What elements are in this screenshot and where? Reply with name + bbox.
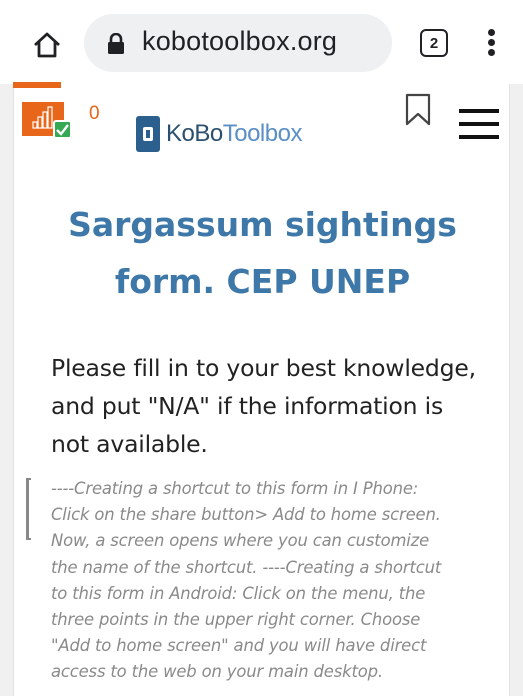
queue-count: 0 <box>89 103 100 124</box>
lock-icon <box>108 33 124 54</box>
hamburger-line <box>459 122 499 126</box>
menu-dot <box>488 49 495 56</box>
hint-line: access to the web on your main desktop. <box>51 662 383 682</box>
logo-text-kobo: KoBo <box>166 120 223 147</box>
bookmark-icon[interactable] <box>404 93 432 127</box>
menu-dot <box>488 39 495 46</box>
hint-line: ----Creating a shortcut to this form in … <box>51 479 419 498</box>
intro-line: not available. <box>51 430 208 458</box>
hint-line: "Add to home screen" and you will have d… <box>51 636 427 656</box>
tab-switcher-button[interactable]: 2 <box>420 29 448 57</box>
kobotoolbox-logo: KoBoToolbox <box>136 116 302 152</box>
browser-toolbar: kobotoolbox.org 2 <box>0 0 523 84</box>
hamburger-line <box>459 135 499 139</box>
address-bar[interactable]: kobotoolbox.org <box>84 14 392 72</box>
hint-bracket <box>26 478 31 540</box>
form-title-line: Sargassum sightings <box>68 205 457 244</box>
form-title: Sargassum sightings form. CEP UNEP <box>40 196 485 310</box>
hint-line: Click on the share button> Add to home s… <box>51 505 441 525</box>
hamburger-line <box>459 109 499 113</box>
hint-line: three points in the upper right corner. … <box>51 610 421 630</box>
more-vert-icon[interactable] <box>482 27 502 57</box>
home-button[interactable] <box>24 22 70 68</box>
accent-strip <box>13 82 61 88</box>
hint-line: the name of the shortcut. ----Creating a… <box>51 557 442 577</box>
home-icon <box>34 32 60 58</box>
hint-line: Now, a screen opens where you can custom… <box>51 531 430 551</box>
hint-line: to this form in Android: Click on the me… <box>51 583 426 603</box>
intro-line: Please fill in to your best knowledge, <box>51 354 476 382</box>
intro-line: and put "N/A" if the information is <box>51 392 444 420</box>
form-intro: Please fill in to your best knowledge, a… <box>51 349 501 463</box>
url-text: kobotoolbox.org <box>142 26 338 56</box>
logo-mark-icon <box>136 116 160 152</box>
menu-dot <box>488 29 495 36</box>
form-title-line: form. CEP UNEP <box>114 262 411 301</box>
logo-text-toolbox: Toolbox <box>222 120 303 147</box>
tab-count: 2 <box>429 34 439 52</box>
check-icon <box>53 120 72 139</box>
form-hint: ----Creating a shortcut to this form in … <box>51 476 501 686</box>
hamburger-menu-icon[interactable] <box>459 107 499 141</box>
